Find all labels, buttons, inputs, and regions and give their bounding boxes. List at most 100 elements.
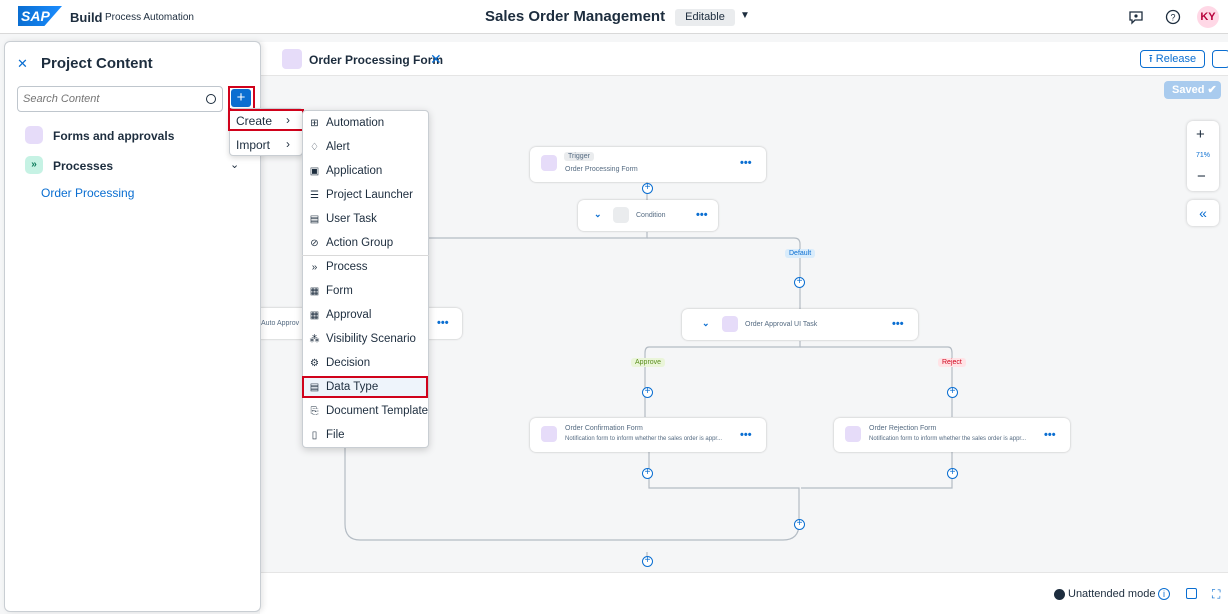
project-title: Sales Order Management xyxy=(485,8,666,25)
add-step-icon[interactable]: + xyxy=(794,277,805,288)
approval-icon: ▦ xyxy=(309,310,320,321)
chevron-down-icon[interactable]: ⌄ xyxy=(702,318,710,329)
form-icon: ▦ xyxy=(309,286,320,297)
saved-label: Saved xyxy=(1172,84,1205,96)
search-input[interactable] xyxy=(23,93,193,105)
default-branch-label: Default xyxy=(785,249,816,258)
release-button[interactable]: ⭱ Release xyxy=(1140,50,1205,68)
search-icon[interactable] xyxy=(206,94,216,104)
trigger-pill: Trigger xyxy=(564,152,594,161)
brand-name: Build xyxy=(70,10,103,25)
menu-item-automation[interactable]: Automation xyxy=(326,117,384,129)
forms-icon xyxy=(25,126,43,144)
tree-item-forms-and-approvals[interactable]: Forms and approvals xyxy=(53,129,174,143)
application-icon: ▣ xyxy=(309,166,320,177)
add-step-icon[interactable]: + xyxy=(642,556,653,567)
help-icon[interactable]: ? xyxy=(1165,9,1181,25)
tree-item-processes[interactable]: Processes xyxy=(53,159,113,173)
menu-item-document-template[interactable]: Document Template xyxy=(326,405,428,417)
condition-node[interactable]: ⌄ Condition ••• xyxy=(578,200,718,231)
zoom-level[interactable]: 71% xyxy=(1187,152,1219,159)
chevron-right-icon: › xyxy=(286,137,290,151)
add-step-icon[interactable]: + xyxy=(794,519,805,530)
settings-button[interactable] xyxy=(1212,50,1228,68)
saved-status-badge: Saved ✔ xyxy=(1164,81,1221,99)
decision-icon: ⚙ xyxy=(310,358,319,369)
menu-item-visibility-scenario[interactable]: Visibility Scenario xyxy=(326,333,416,345)
add-step-icon[interactable]: + xyxy=(947,468,958,479)
confirmation-form-title: Order Confirmation Form xyxy=(565,425,643,432)
more-icon[interactable]: ••• xyxy=(437,317,449,329)
add-button-highlight xyxy=(228,86,255,110)
chevron-down-icon[interactable]: ⌄ xyxy=(594,209,602,220)
menu-item-process[interactable]: Process xyxy=(326,261,368,273)
collapse-panel-icon[interactable]: « xyxy=(1187,200,1219,226)
close-tab-icon[interactable]: ✕ xyxy=(430,51,442,68)
more-icon[interactable]: ••• xyxy=(696,209,708,221)
menu-item-project-launcher[interactable]: Project Launcher xyxy=(326,189,413,201)
search-box[interactable] xyxy=(17,86,223,112)
trigger-name: Order Processing Form xyxy=(565,166,638,173)
project-content-panel xyxy=(4,41,261,612)
menu-item-application[interactable]: Application xyxy=(326,165,382,177)
condition-icon xyxy=(613,207,629,223)
auto-approval-label: Auto Approv xyxy=(261,320,300,327)
zoom-in-icon[interactable]: + xyxy=(1196,126,1205,143)
mode-dropdown[interactable]: Editable xyxy=(675,9,735,26)
form-icon xyxy=(541,155,557,171)
menu-item-approval[interactable]: Approval xyxy=(326,309,371,321)
tab-order-processing-form[interactable]: Order Processing Form xyxy=(309,53,443,67)
form-icon xyxy=(845,426,861,442)
confirmation-form-desc: Notification form to inform whether the … xyxy=(565,436,723,442)
close-panel-icon[interactable]: ✕ xyxy=(17,56,28,72)
caret-down-icon[interactable]: ▼ xyxy=(740,10,750,21)
svg-text:?: ? xyxy=(1170,13,1175,23)
unattended-toggle-icon[interactable] xyxy=(1054,589,1065,600)
clipboard-icon: ▤ xyxy=(309,214,320,225)
menu-item-decision[interactable]: Decision xyxy=(326,357,370,369)
add-step-icon[interactable]: + xyxy=(642,387,653,398)
more-icon[interactable]: ••• xyxy=(740,157,752,169)
info-icon[interactable]: i xyxy=(1158,588,1170,600)
zoom-out-icon[interactable]: − xyxy=(1197,168,1206,185)
release-label: Release xyxy=(1155,53,1197,65)
user-avatar[interactable]: KY xyxy=(1197,6,1219,28)
unattended-mode-label[interactable]: Unattended mode xyxy=(1068,588,1155,600)
automation-icon: ⊞ xyxy=(310,118,319,129)
menu-item-file[interactable]: File xyxy=(326,429,345,441)
process-icon: » xyxy=(25,156,43,174)
chevron-down-icon[interactable]: ⌄ xyxy=(230,158,239,171)
fullscreen-icon[interactable]: ⛶ xyxy=(1212,587,1220,602)
add-step-icon[interactable]: + xyxy=(642,468,653,479)
brand-subtitle: Process Automation xyxy=(105,12,194,23)
form-icon xyxy=(722,316,738,332)
more-icon[interactable]: ••• xyxy=(1044,429,1056,441)
form-icon xyxy=(282,49,302,69)
more-icon[interactable]: ••• xyxy=(892,318,904,330)
menu-item-user-task[interactable]: User Task xyxy=(326,213,377,225)
more-icon[interactable]: ••• xyxy=(740,429,752,441)
confirmation-form-node[interactable]: Order Confirmation Form Notification for… xyxy=(530,418,766,452)
process-icon: » xyxy=(311,262,318,273)
file-icon: ▯ xyxy=(311,430,318,441)
approval-task-node[interactable]: ⌄ Order Approval UI Task ••• xyxy=(682,309,918,340)
approve-branch-label: Approve xyxy=(631,358,666,367)
menu-item-data-type[interactable]: Data Type xyxy=(326,381,378,393)
check-icon: ✔ xyxy=(1207,84,1217,96)
feedback-icon[interactable] xyxy=(1128,9,1144,25)
trigger-node[interactable]: Trigger Order Processing Form ••• xyxy=(530,147,766,182)
action-icon: ⊘ xyxy=(310,238,319,249)
rejection-form-title: Order Rejection Form xyxy=(869,425,937,432)
create-highlight xyxy=(228,109,304,131)
menu-item-form[interactable]: Form xyxy=(326,285,353,297)
panel-toggle-icon[interactable] xyxy=(1186,588,1197,599)
rejection-form-node[interactable]: Order Rejection Form Notification form t… xyxy=(834,418,1070,452)
add-step-icon[interactable]: + xyxy=(642,183,653,194)
menu-item-alert[interactable]: Alert xyxy=(326,141,350,153)
menu-item-action-group[interactable]: Action Group xyxy=(326,237,393,249)
rejection-form-desc: Notification form to inform whether the … xyxy=(869,436,1027,442)
tree-item-order-processing[interactable]: Order Processing xyxy=(41,186,134,200)
condition-label: Condition xyxy=(636,212,666,219)
add-step-icon[interactable]: + xyxy=(947,387,958,398)
menu-item-import[interactable]: Import xyxy=(236,138,270,152)
